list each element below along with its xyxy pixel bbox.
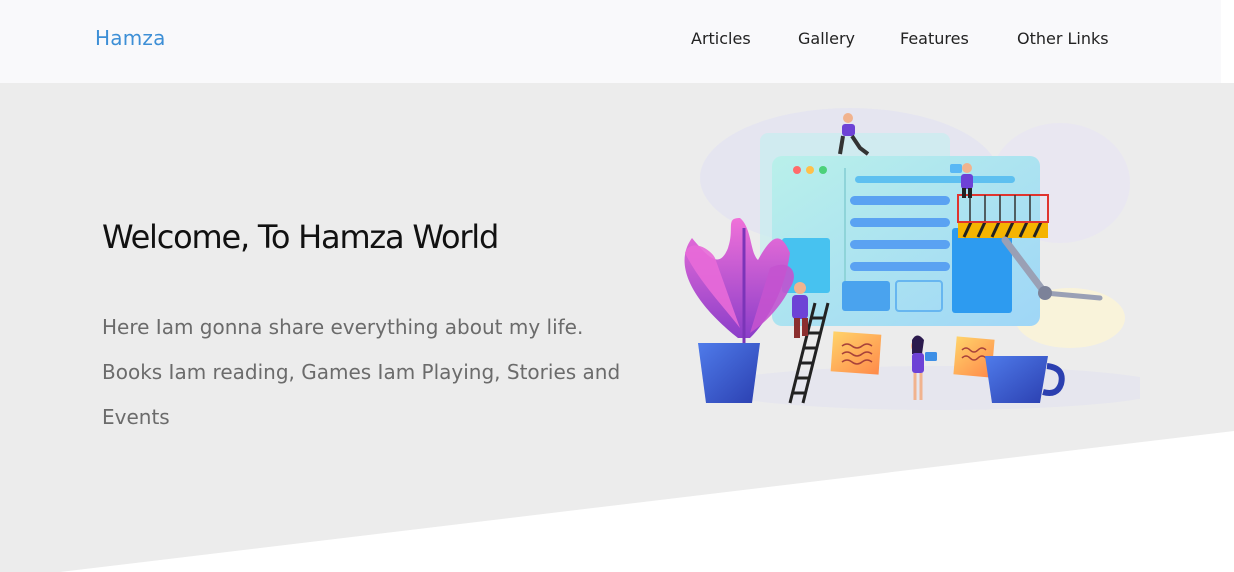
nav-link-features[interactable]: Features xyxy=(900,29,969,48)
hero-description: Here Iam gonna share everything about my… xyxy=(102,305,622,440)
nav-link-other-links[interactable]: Other Links xyxy=(1017,29,1109,48)
nav-link-gallery[interactable]: Gallery xyxy=(798,29,855,48)
navbar: Hamza Articles Gallery Features Other Li… xyxy=(0,0,1221,83)
page: Hamza Articles Gallery Features Other Li… xyxy=(0,0,1234,572)
hero-title: Welcome, To Hamza World xyxy=(102,218,499,256)
nav-link-articles[interactable]: Articles xyxy=(691,29,751,48)
hero-line-1: Here Iam gonna share everything about my… xyxy=(102,315,584,339)
brand-logo-link[interactable]: Hamza xyxy=(95,26,166,50)
hero-illustration xyxy=(684,108,1140,410)
hero-line-2: Books Iam reading, Games Iam Playing, St… xyxy=(102,360,621,429)
